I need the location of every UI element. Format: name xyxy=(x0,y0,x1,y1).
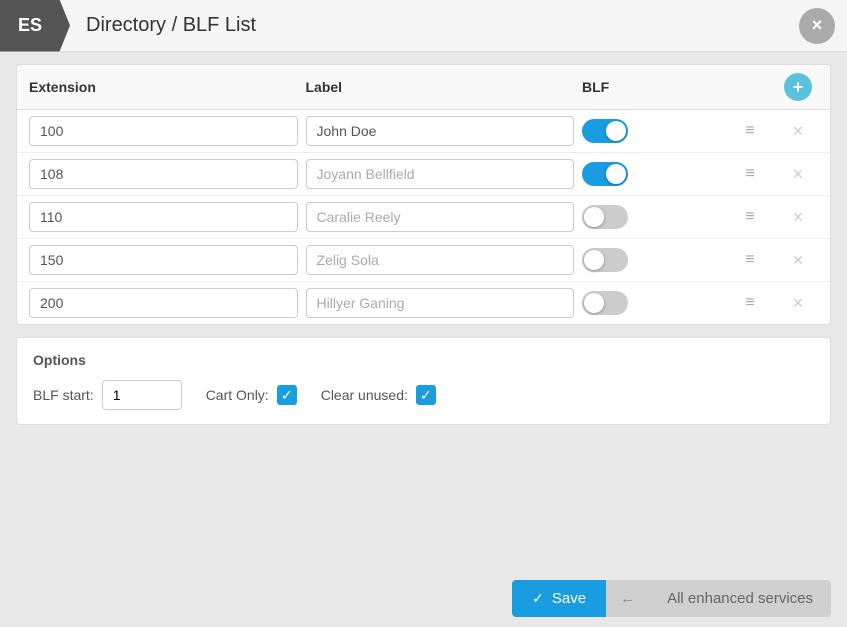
close-icon: × xyxy=(812,15,823,36)
clear-unused-label: Clear unused: xyxy=(321,387,408,403)
all-enhanced-button[interactable]: All enhanced services xyxy=(649,580,831,617)
blf-start-label: BLF start: xyxy=(33,387,94,403)
label-input-4[interactable] xyxy=(306,245,575,275)
cart-only-group: Cart Only: ✓ xyxy=(206,385,297,405)
blf-toggle-2[interactable] xyxy=(582,162,628,186)
row-menu-icon-3[interactable]: ≡ xyxy=(730,208,770,226)
table-header: Extension Label BLF + xyxy=(17,65,830,110)
row-remove-button-3[interactable]: × xyxy=(778,207,818,228)
blf-toggle-4[interactable] xyxy=(582,248,628,272)
blf-start-group: BLF start: xyxy=(33,380,182,410)
extension-input-3[interactable] xyxy=(29,202,298,232)
save-label: Save xyxy=(552,590,586,607)
back-button[interactable]: ← xyxy=(606,580,649,617)
table-row: ≡ × xyxy=(17,110,830,153)
table-row: ≡ × xyxy=(17,196,830,239)
cart-only-checkbox[interactable]: ✓ xyxy=(277,385,297,405)
blf-toggle-1[interactable] xyxy=(582,119,628,143)
footer: ✓ Save ← All enhanced services xyxy=(0,570,847,627)
extension-input-5[interactable] xyxy=(29,288,298,318)
check-icon: ✓ xyxy=(532,590,544,607)
page-title: Directory / BLF List xyxy=(86,14,799,37)
blf-toggle-5[interactable] xyxy=(582,291,628,315)
close-button[interactable]: × xyxy=(799,8,835,44)
row-remove-button-2[interactable]: × xyxy=(778,164,818,185)
row-remove-button-4[interactable]: × xyxy=(778,250,818,271)
row-menu-icon-4[interactable]: ≡ xyxy=(730,251,770,269)
table-row: ≡ × xyxy=(17,282,830,324)
extension-input-4[interactable] xyxy=(29,245,298,275)
col-blf: BLF xyxy=(582,79,722,95)
clear-unused-checkbox[interactable]: ✓ xyxy=(416,385,436,405)
label-input-1[interactable] xyxy=(306,116,575,146)
blf-start-input[interactable] xyxy=(102,380,182,410)
row-menu-icon-2[interactable]: ≡ xyxy=(730,165,770,183)
main-content: Extension Label BLF + ≡ × xyxy=(0,52,847,570)
col-label: Label xyxy=(306,79,575,95)
all-enhanced-label: All enhanced services xyxy=(667,590,813,607)
clear-unused-group: Clear unused: ✓ xyxy=(321,385,436,405)
extension-input-1[interactable] xyxy=(29,116,298,146)
options-legend: Options xyxy=(33,352,814,368)
add-row-button[interactable]: + xyxy=(784,73,812,101)
row-menu-icon-5[interactable]: ≡ xyxy=(730,294,770,312)
options-panel: Options BLF start: Cart Only: ✓ Clear un… xyxy=(16,337,831,425)
label-input-5[interactable] xyxy=(306,288,575,318)
options-row: BLF start: Cart Only: ✓ Clear unused: ✓ xyxy=(33,380,814,410)
blf-toggle-3[interactable] xyxy=(582,205,628,229)
table-row: ≡ × xyxy=(17,239,830,282)
label-input-2[interactable] xyxy=(306,159,575,189)
row-menu-icon-1[interactable]: ≡ xyxy=(730,122,770,140)
header-badge: ES xyxy=(0,0,70,52)
app-header: ES Directory / BLF List × xyxy=(0,0,847,52)
back-icon: ← xyxy=(620,590,635,607)
save-button[interactable]: ✓ Save xyxy=(512,580,606,617)
blf-table: Extension Label BLF + ≡ × xyxy=(16,64,831,325)
table-row: ≡ × xyxy=(17,153,830,196)
col-extension: Extension xyxy=(29,79,298,95)
extension-input-2[interactable] xyxy=(29,159,298,189)
label-input-3[interactable] xyxy=(306,202,575,232)
cart-only-label: Cart Only: xyxy=(206,387,269,403)
row-remove-button-1[interactable]: × xyxy=(778,121,818,142)
row-remove-button-5[interactable]: × xyxy=(778,293,818,314)
